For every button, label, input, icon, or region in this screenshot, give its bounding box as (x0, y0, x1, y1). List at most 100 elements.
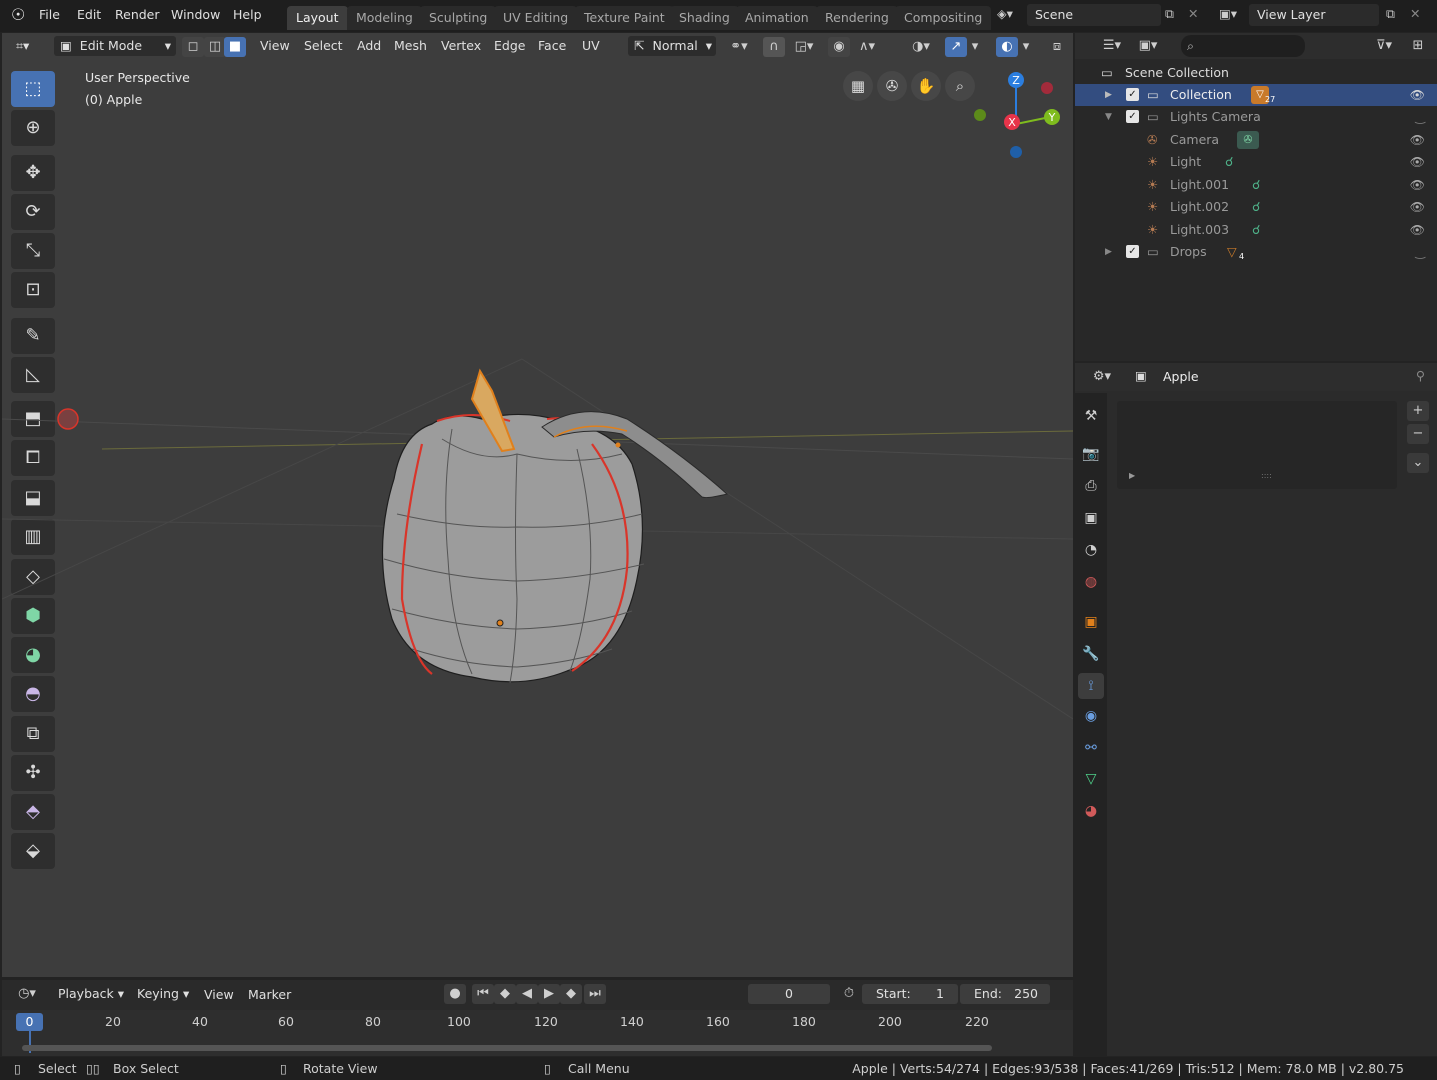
outliner-row-light-003[interactable]: ☀ Light.003 ☌ 👁 (1075, 219, 1437, 241)
snap-target-icon[interactable]: ◲▾ (788, 37, 820, 57)
editor-type-dropdown[interactable]: ⌗▾ (10, 36, 50, 56)
checkbox-icon[interactable]: ✓ (1126, 110, 1139, 123)
scene-browse-icon[interactable]: ◈▾ (997, 6, 1013, 21)
outliner-scene-collection[interactable]: ▭ Scene Collection (1075, 62, 1437, 84)
outliner-row-collection[interactable]: ▶ ✓ ▭ Collection ▽ 27 👁 (1075, 84, 1437, 106)
timeline-ruler[interactable]: 0 20 40 60 80 100 120 140 160 180 200 22… (2, 1010, 1073, 1056)
view-layer-tab-icon[interactable]: ▣ (1078, 505, 1104, 531)
stopwatch-icon[interactable]: ⏱ (838, 984, 860, 1004)
menu-edit[interactable]: Edit (77, 7, 101, 22)
orientation-dropdown[interactable]: ⇱ Normal ▾ (628, 36, 716, 56)
menu-file[interactable]: File (39, 7, 60, 22)
start-frame-field[interactable]: Start: 1 (862, 984, 958, 1004)
navigation-gizmo[interactable]: Z Y X (974, 72, 1060, 158)
expand-icon[interactable]: ▶ (1105, 84, 1112, 106)
snap-icon[interactable]: ∩ (763, 37, 785, 57)
current-frame-field[interactable]: 0 (748, 984, 830, 1004)
view-layer-close-icon[interactable]: ✕ (1410, 6, 1420, 21)
menu-edge[interactable]: Edge (494, 38, 525, 53)
specials-menu-button[interactable]: ⌄ (1407, 453, 1429, 473)
jump-end-icon[interactable]: ⏭ (584, 984, 606, 1004)
record-icon[interactable]: ● (444, 984, 466, 1004)
mesh-data-tab-icon[interactable]: ▽ (1078, 766, 1104, 792)
tab-modeling[interactable]: Modeling (347, 6, 422, 30)
particles-tab-icon[interactable]: ⟟ (1078, 673, 1104, 699)
overlay-dropdown-icon[interactable]: ▾ (1019, 37, 1033, 57)
outliner-row-camera[interactable]: ✇ Camera ✇ 👁 (1075, 129, 1437, 151)
constraints-tab-icon[interactable]: ⚯ (1078, 735, 1104, 761)
scene-close-icon[interactable]: ✕ (1188, 6, 1198, 21)
eye-icon[interactable]: 👁 (1410, 174, 1425, 196)
blender-logo-icon[interactable]: ☉ (11, 5, 25, 24)
render-tab-icon[interactable]: 📷 (1078, 441, 1104, 467)
scene-field[interactable]: Scene (1027, 4, 1161, 26)
menu-mesh[interactable]: Mesh (394, 38, 427, 53)
jump-start-icon[interactable]: ⏮ (472, 984, 494, 1004)
eye-icon[interactable]: 👁 (1410, 129, 1425, 151)
proportional-edit-icon[interactable]: ◉ (828, 37, 850, 57)
xray-icon[interactable]: ⧈ (1046, 37, 1068, 57)
overlay-toggle-icon[interactable]: ◐ (996, 37, 1018, 57)
view-layer-new-icon[interactable]: ⧉ (1386, 6, 1395, 22)
physics-tab-icon[interactable]: ◉ (1078, 703, 1104, 729)
resize-handle-icon[interactable]: :::: (1261, 471, 1272, 480)
tab-texture-paint[interactable]: Texture Paint (575, 6, 674, 30)
new-collection-icon[interactable]: ⊞ (1407, 36, 1429, 56)
play-reverse-icon[interactable]: ◀ (516, 984, 538, 1004)
checkbox-icon[interactable]: ✓ (1126, 245, 1139, 258)
outliner-row-lights-camera[interactable]: ▼ ✓ ▭ Lights Camera ‿ (1075, 106, 1437, 128)
edge-select-icon[interactable]: ◫ (204, 37, 226, 57)
object-tab-icon[interactable]: ▣ (1078, 609, 1104, 635)
eye-closed-icon[interactable]: ‿ (1415, 106, 1425, 128)
menu-vertex[interactable]: Vertex (441, 38, 481, 53)
timeline-editor-type-icon[interactable]: ◷▾ (10, 984, 44, 1004)
properties-editor-type-icon[interactable]: ⚙▾ (1085, 367, 1119, 387)
particle-systems-list[interactable]: ▶ :::: (1117, 401, 1397, 489)
outliner-row-light-002[interactable]: ☀ Light.002 ☌ 👁 (1075, 196, 1437, 218)
tab-animation[interactable]: Animation (736, 6, 818, 30)
timeline-view-menu[interactable]: View (204, 987, 234, 1002)
vertex-select-icon[interactable]: ◻ (182, 37, 204, 57)
checkbox-icon[interactable]: ✓ (1126, 88, 1139, 101)
gizmo-dropdown-icon[interactable]: ▾ (968, 37, 982, 57)
scene-new-icon[interactable]: ⧉ (1165, 6, 1174, 22)
tab-rendering[interactable]: Rendering (816, 6, 898, 30)
output-tab-icon[interactable]: ⎙ (1078, 473, 1104, 499)
gizmo-toggle-icon[interactable]: ↗ (945, 37, 967, 57)
timeline-marker-menu[interactable]: Marker (248, 987, 291, 1002)
eye-icon[interactable]: 👁 (1410, 84, 1425, 106)
timeline-scrollbar[interactable] (22, 1045, 992, 1051)
remove-slot-button[interactable]: − (1407, 424, 1429, 444)
menu-add[interactable]: Add (357, 38, 381, 53)
keying-menu[interactable]: Keying ▾ (131, 984, 195, 1004)
next-keyframe-icon[interactable]: ◆ (560, 984, 582, 1004)
add-slot-button[interactable]: + (1407, 401, 1429, 421)
end-frame-field[interactable]: End: 250 (960, 984, 1050, 1004)
tab-shading[interactable]: Shading (670, 6, 739, 30)
eye-icon[interactable]: 👁 (1410, 219, 1425, 241)
collapse-icon[interactable]: ▼ (1105, 106, 1112, 128)
menu-help[interactable]: Help (233, 7, 262, 22)
apple-mesh[interactable] (381, 368, 729, 684)
tab-compositing[interactable]: Compositing (895, 6, 992, 30)
eye-icon[interactable]: 👁 (1410, 151, 1425, 173)
modifier-tab-icon[interactable]: 🔧 (1078, 641, 1104, 667)
eye-closed-icon[interactable]: ‿ (1415, 241, 1425, 263)
drops-object-icon[interactable] (57, 408, 79, 430)
visibility-icon[interactable]: ◑▾ (904, 37, 938, 57)
world-tab-icon[interactable]: ◍ (1078, 569, 1104, 595)
outliner-row-light-001[interactable]: ☀ Light.001 ☌ 👁 (1075, 174, 1437, 196)
playback-menu[interactable]: Playback ▾ (52, 984, 128, 1004)
mode-dropdown[interactable]: ▣ Edit Mode ▾ (54, 36, 176, 56)
display-mode-icon[interactable]: ▣▾ (1131, 36, 1165, 56)
eye-icon[interactable]: 👁 (1410, 196, 1425, 218)
tool-tab-icon[interactable]: ⚒ (1078, 403, 1104, 429)
pivot-icon[interactable]: ⚭▾ (724, 37, 754, 57)
view-layer-browse-icon[interactable]: ▣▾ (1219, 6, 1237, 21)
3d-viewport[interactable]: ⌗▾ ▣ Edit Mode ▾ ◻ ◫ ■ View Select Add M… (2, 33, 1073, 977)
outliner-row-drops[interactable]: ▶ ✓ ▭ Drops ▽ 4 ‿ (1075, 241, 1437, 263)
play-icon[interactable]: ▶ (538, 984, 560, 1004)
menu-window[interactable]: Window (171, 7, 220, 22)
outliner-row-light[interactable]: ☀ Light ☌ 👁 (1075, 151, 1437, 173)
view-layer-field[interactable]: View Layer (1249, 4, 1379, 26)
